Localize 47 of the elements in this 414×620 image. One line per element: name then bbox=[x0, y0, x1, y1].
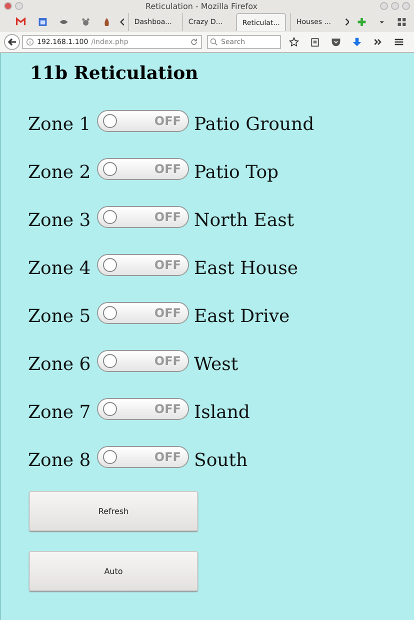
clipboard-icon[interactable] bbox=[310, 37, 320, 47]
action-button[interactable]: Auto bbox=[29, 551, 198, 591]
zone-label: Zone 4 bbox=[28, 258, 92, 278]
plus-icon[interactable] bbox=[357, 17, 367, 27]
toggle-switch[interactable]: OFF bbox=[97, 398, 189, 420]
zone-label: Zone 6 bbox=[28, 354, 92, 374]
toggle-switch[interactable]: OFF bbox=[97, 350, 189, 372]
toggle-switch[interactable]: OFF bbox=[97, 110, 189, 132]
toggle-switch[interactable]: OFF bbox=[97, 302, 189, 324]
star-icon[interactable] bbox=[289, 37, 299, 47]
zone-label: Zone 2 bbox=[28, 162, 92, 182]
zone-name: Patio Ground bbox=[194, 114, 314, 134]
toggle-switch[interactable]: OFF bbox=[97, 158, 189, 180]
zone-label: Zone 1 bbox=[28, 114, 92, 134]
chevron-left-icon[interactable] bbox=[120, 18, 124, 26]
zone-label: Zone 7 bbox=[28, 402, 92, 422]
toggle-switch[interactable]: OFF bbox=[97, 254, 189, 276]
zone-name: Patio Top bbox=[194, 162, 279, 182]
info-icon bbox=[26, 38, 34, 46]
zone-name: East Drive bbox=[194, 306, 290, 326]
toggle-switch[interactable]: OFF bbox=[97, 206, 189, 228]
reload-icon[interactable] bbox=[190, 38, 198, 46]
toggle-switch[interactable]: OFF bbox=[97, 446, 189, 468]
zone-name: South bbox=[194, 450, 248, 470]
back-icon[interactable] bbox=[4, 34, 20, 50]
zone-name: Island bbox=[194, 402, 250, 422]
search-icon bbox=[210, 38, 218, 46]
mail-icon[interactable] bbox=[16, 17, 26, 27]
action-button[interactable]: Refresh bbox=[29, 491, 198, 531]
grid-icon[interactable] bbox=[396, 17, 406, 27]
calendar-icon[interactable] bbox=[38, 17, 48, 27]
chevron-right-icon[interactable] bbox=[344, 18, 350, 26]
close-icon[interactable] bbox=[4, 2, 12, 10]
zone-label: Zone 5 bbox=[28, 306, 92, 326]
page-heading: 11b Reticulation bbox=[30, 63, 198, 84]
flame-icon[interactable] bbox=[102, 17, 112, 27]
zone-name: North East bbox=[194, 210, 294, 230]
dropdown-icon[interactable] bbox=[378, 19, 384, 25]
zone-label: Zone 3 bbox=[28, 210, 92, 230]
overflow-icon[interactable] bbox=[373, 37, 383, 47]
download-icon[interactable] bbox=[352, 37, 362, 47]
menu-icon[interactable] bbox=[394, 37, 404, 47]
pocket-icon[interactable] bbox=[331, 37, 341, 47]
zone-name: East House bbox=[194, 258, 298, 278]
zone-name: West bbox=[194, 354, 238, 374]
window-title: Reticulation - Mozilla Firefox bbox=[144, 2, 258, 10]
zone-label: Zone 8 bbox=[28, 450, 92, 470]
